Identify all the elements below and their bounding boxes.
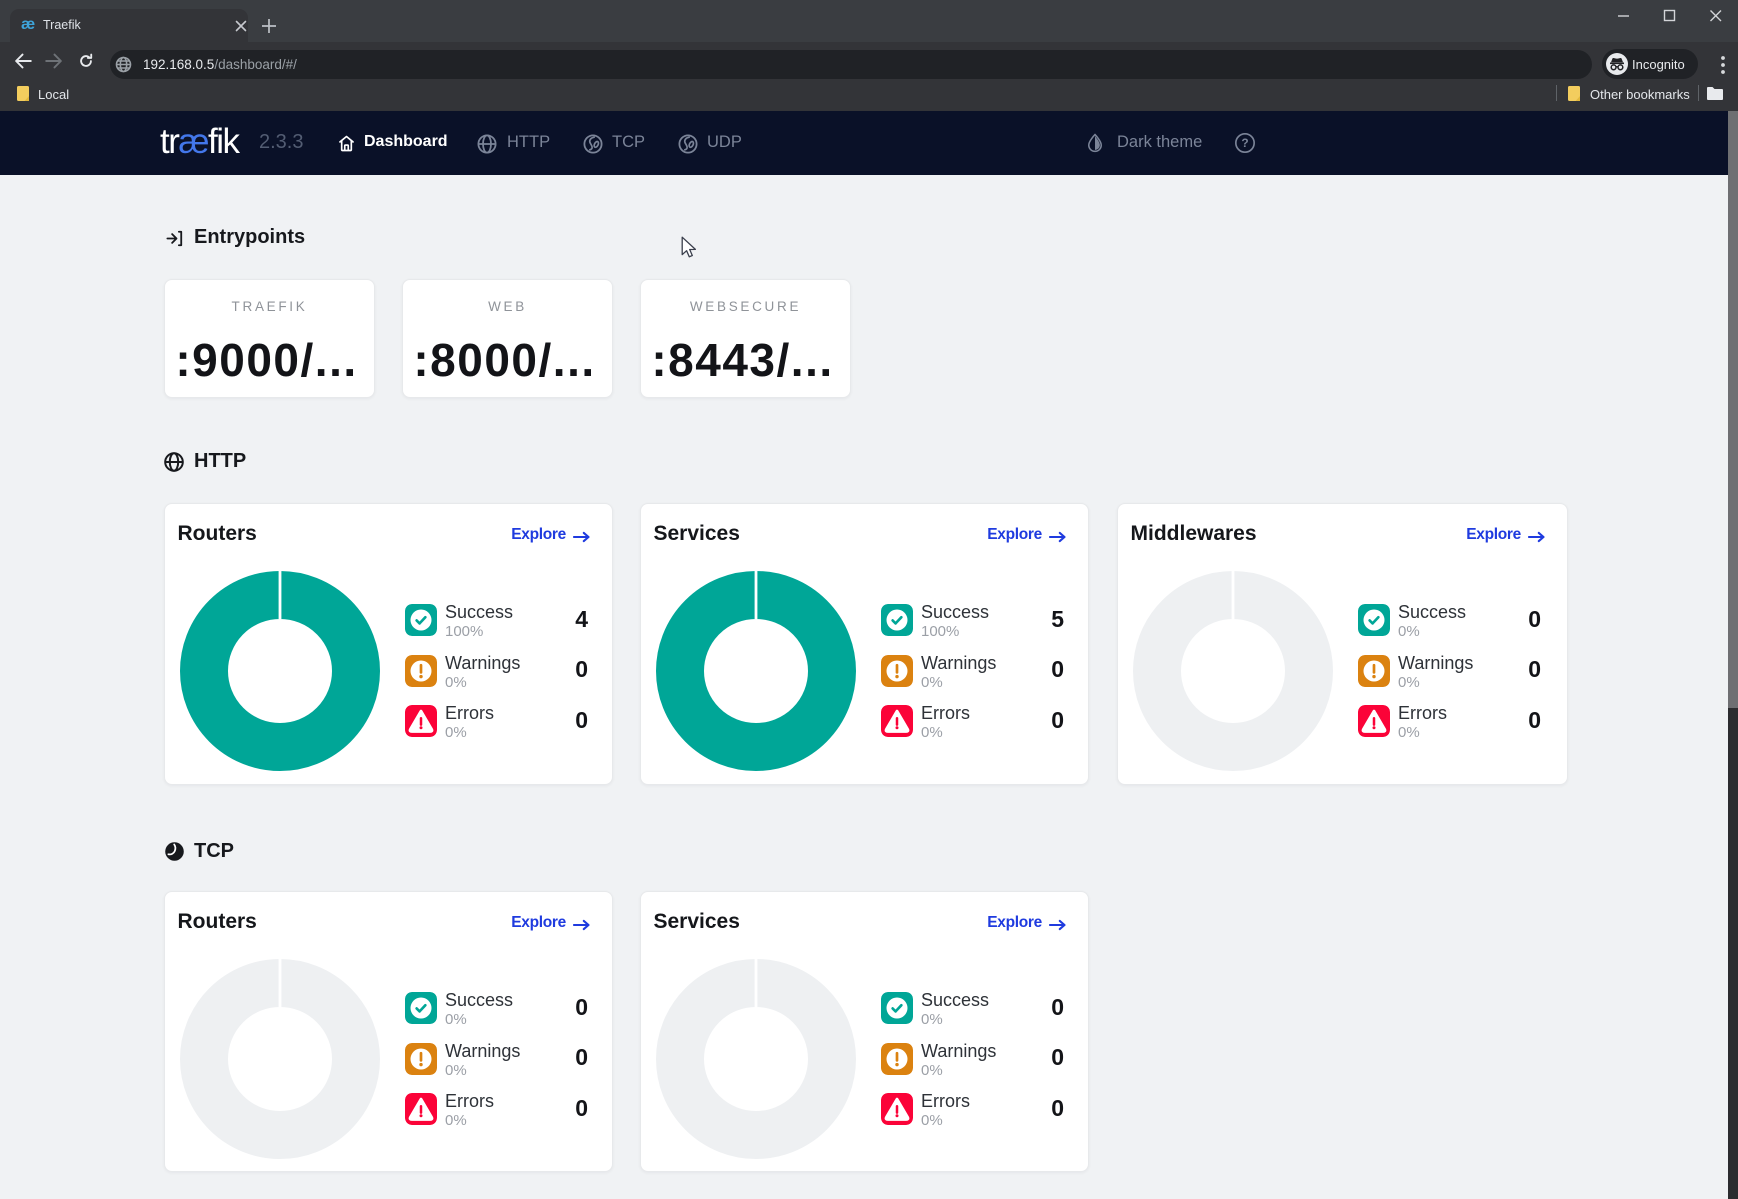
svg-text:?: ? bbox=[1241, 136, 1248, 150]
